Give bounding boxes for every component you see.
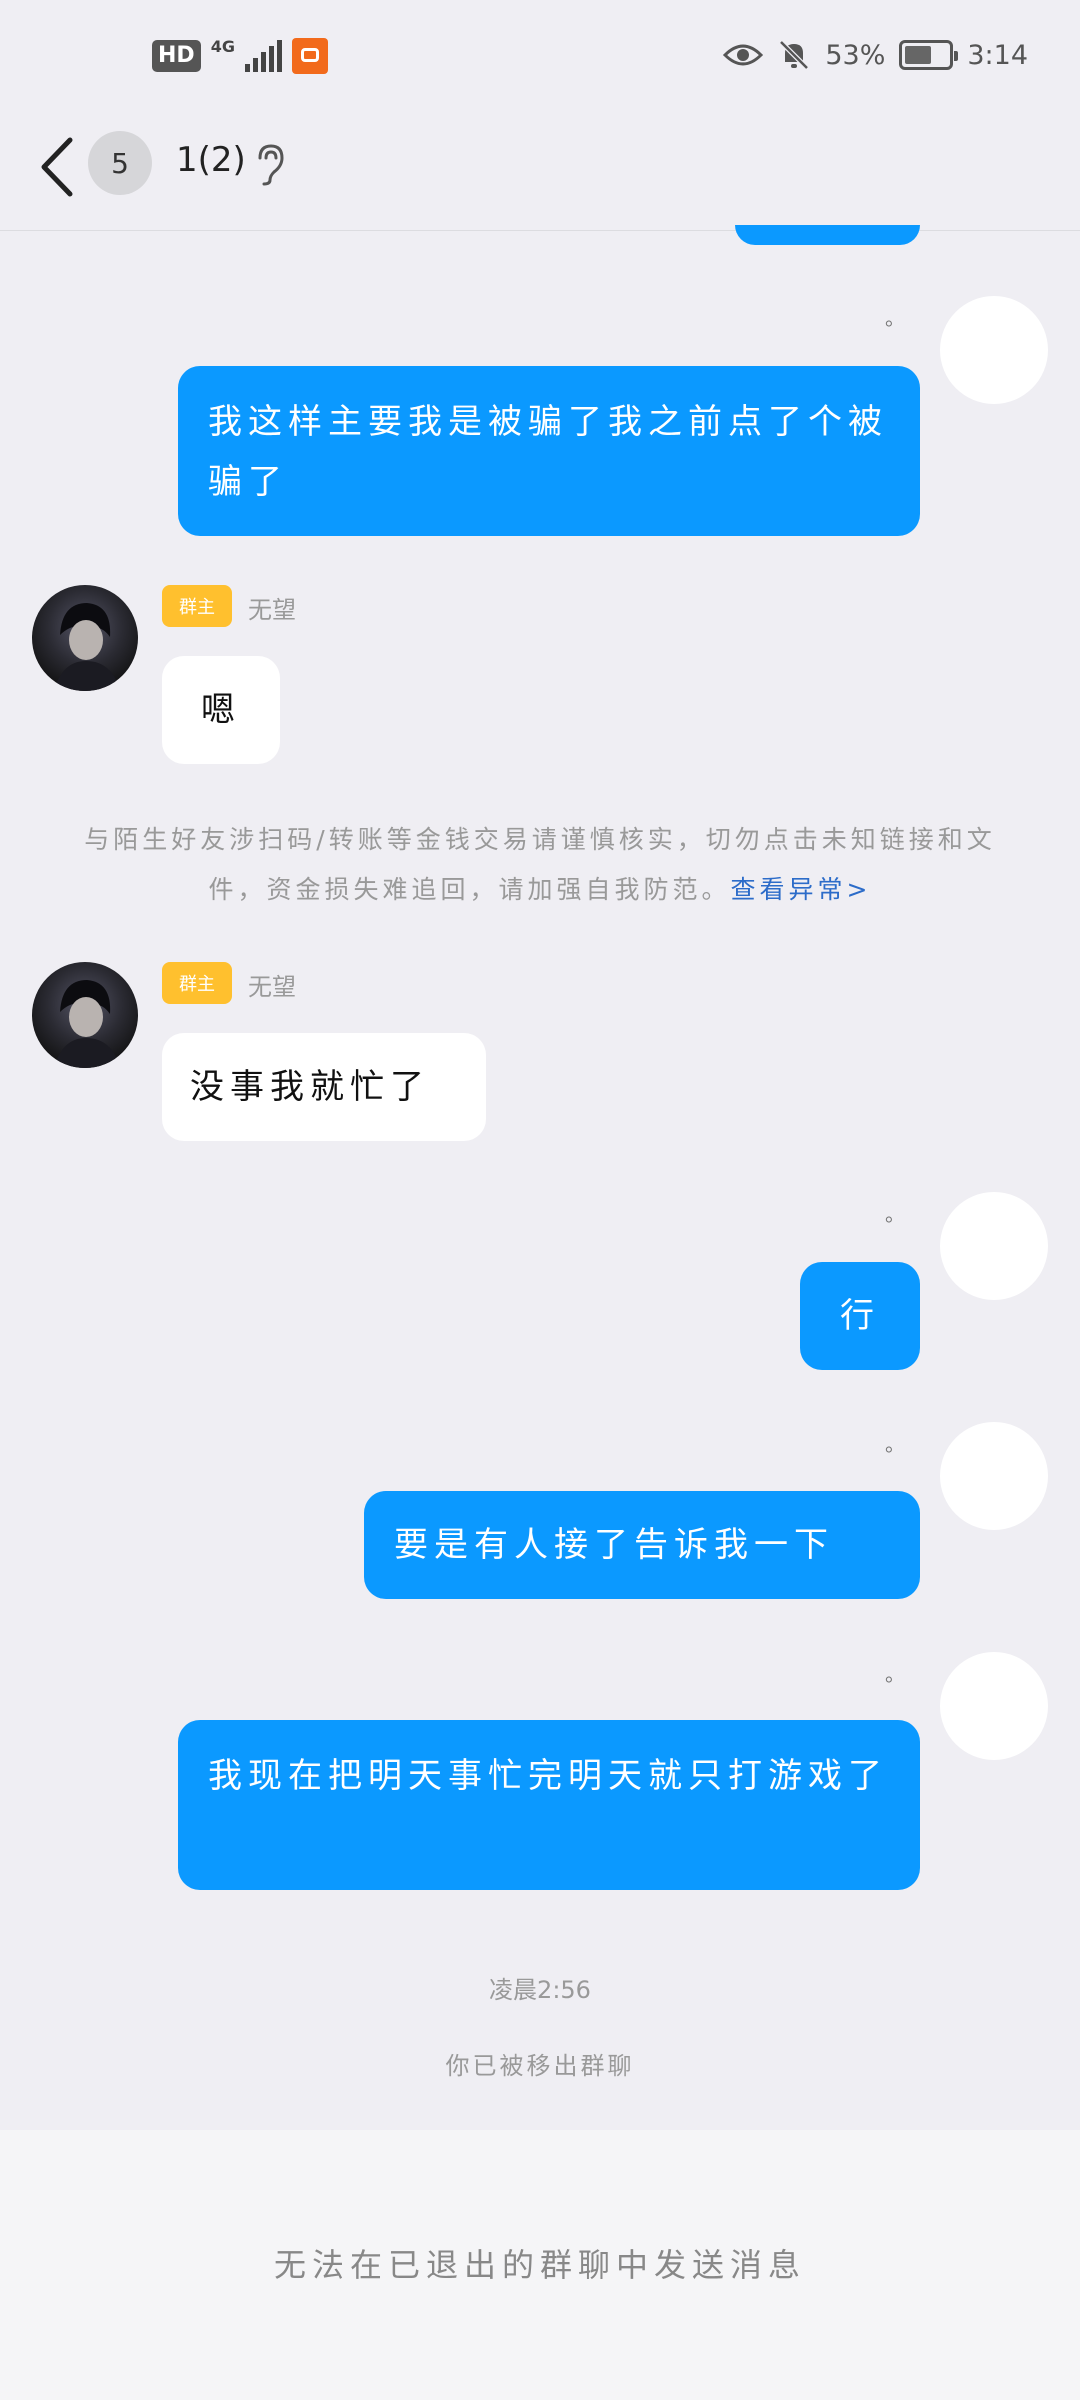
sending-dot: 。 (885, 1662, 905, 1686)
back-arrow-icon[interactable] (30, 132, 90, 202)
message-bubble[interactable]: 没事我就忙了 (162, 1033, 486, 1141)
avatar-portrait-icon (54, 603, 120, 691)
battery-percent: 53% (825, 39, 886, 71)
self-avatar[interactable] (940, 296, 1048, 404)
cannot-send-notice: 无法在已退出的群聊中发送消息 (273, 2246, 806, 2284)
self-avatar[interactable] (940, 1652, 1048, 1760)
message-bubble[interactable]: 嗯 (162, 656, 280, 764)
status-bar: HD 4G 53% 3:14 (0, 0, 1080, 120)
network-type: 4G (210, 36, 235, 56)
sending-dot: 。 (885, 1432, 905, 1456)
message-bubble[interactable]: 行 (800, 1262, 920, 1370)
message-timestamp: 凌晨2:56 (489, 1976, 591, 2004)
chat-title[interactable]: 1(2) (176, 140, 246, 180)
sender-avatar[interactable] (32, 585, 138, 691)
status-left: HD 4G (152, 36, 328, 74)
message-bubble[interactable]: 我现在把明天事忙完明天就只打游戏了 (178, 1720, 920, 1890)
signal-icon (244, 40, 282, 72)
safety-notice: 与陌生好友涉扫码/转账等金钱交易请谨慎核实，切勿点击未知链接和文件，资金损失难追… (70, 815, 1010, 915)
message-bubble[interactable]: 要是有人接了告诉我一下 (364, 1491, 920, 1599)
battery-icon (899, 40, 959, 70)
avatar-portrait-icon (54, 980, 120, 1068)
sending-dot: 。 (885, 306, 905, 330)
sending-dot: 。 (885, 1202, 905, 1226)
self-avatar[interactable] (940, 1422, 1048, 1530)
system-message: 你已被移出群聊 (445, 2052, 635, 2080)
status-right: 53% 3:14 (723, 38, 1028, 72)
message-bubble[interactable]: 我这样主要我是被骗了我之前点了个被骗了 (178, 366, 920, 536)
group-owner-tag: 群主 (162, 585, 232, 627)
message-bubble-partial[interactable] (735, 225, 920, 245)
ear-icon[interactable] (252, 142, 288, 186)
sender-avatar[interactable] (32, 962, 138, 1068)
unread-count-badge[interactable]: 5 (88, 131, 152, 195)
eye-icon (723, 44, 764, 66)
view-exception-link[interactable]: 查看异常> (731, 875, 872, 904)
group-owner-tag: 群主 (162, 962, 232, 1004)
bell-muted-icon (779, 40, 810, 70)
sender-name[interactable]: 无望 (248, 967, 296, 1002)
self-avatar[interactable] (940, 1192, 1048, 1300)
notification-app-icon (291, 38, 328, 74)
hd-icon: HD (152, 40, 201, 72)
sender-name[interactable]: 无望 (248, 590, 296, 625)
chat-header (0, 120, 1080, 231)
clock: 3:14 (967, 39, 1028, 71)
